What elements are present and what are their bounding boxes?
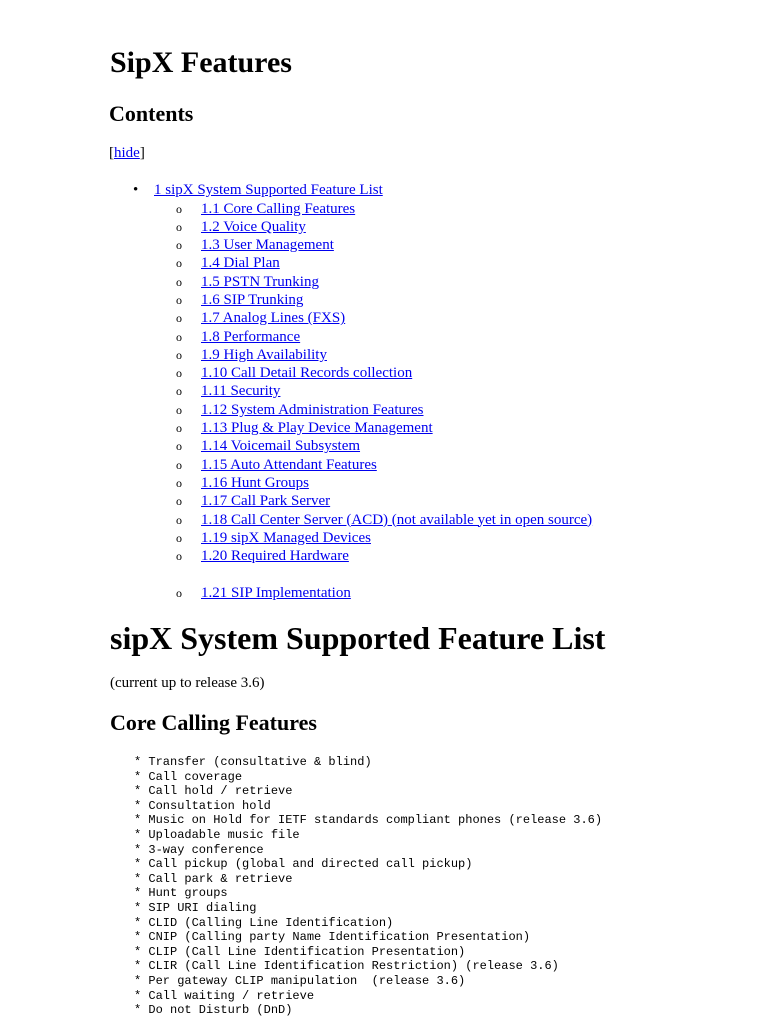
- page-title: SipX Features: [110, 46, 292, 79]
- toc-item: o 1.7 Analog Lines (FXS): [176, 309, 592, 327]
- feature-line: * SIP URI dialing: [134, 900, 257, 915]
- feature-line: * Call park & retrieve: [134, 871, 293, 886]
- circle-bullet-icon: o: [176, 585, 182, 600]
- toc-item: o 1.4 Dial Plan: [176, 254, 592, 272]
- circle-bullet-icon: o: [176, 238, 182, 253]
- toc-link[interactable]: 1.20 Required Hardware: [201, 548, 349, 564]
- toc-link[interactable]: 1.12 System Administration Features: [201, 402, 424, 418]
- circle-bullet-icon: o: [176, 439, 182, 454]
- feature-line: * 3-way conference: [134, 842, 264, 857]
- toc-item: o 1.3 User Management: [176, 236, 592, 254]
- toc-item: o 1.6 SIP Trunking: [176, 291, 592, 309]
- circle-bullet-icon: o: [176, 274, 182, 289]
- circle-bullet-icon: o: [176, 347, 182, 362]
- feature-line: * Call coverage: [134, 769, 243, 784]
- circle-bullet-icon: o: [176, 311, 182, 326]
- toc-item: o 1.19 sipX Managed Devices: [176, 529, 592, 547]
- toc-item: o 1.10 Call Detail Records collection: [176, 364, 592, 382]
- circle-bullet-icon: o: [176, 329, 182, 344]
- bullet-icon: •: [133, 182, 139, 198]
- bracket: ]: [139, 145, 145, 161]
- feature-line: * Call waiting / retrieve: [134, 988, 315, 1003]
- toc-link[interactable]: 1.4 Dial Plan: [201, 255, 280, 271]
- toc-item: o 1.18 Call Center Server (ACD) (not avai…: [176, 511, 592, 529]
- toc-item: o 1.8 Performance: [176, 328, 592, 346]
- feature-line: * Call pickup (global and directed call …: [134, 857, 473, 872]
- toc-link[interactable]: 1.6 SIP Trunking: [201, 292, 303, 308]
- feature-line: * Call hold / retrieve: [134, 784, 293, 799]
- toc-link[interactable]: 1.15 Auto Attendant Features: [201, 457, 377, 473]
- toc-link[interactable]: 1.21 SIP Implementation: [201, 585, 351, 601]
- toc-link[interactable]: 1.11 Security: [201, 383, 280, 399]
- toc-link[interactable]: 1.17 Call Park Server: [201, 493, 330, 509]
- feature-line: * Hunt groups: [134, 886, 228, 901]
- toc-item: o 1.20 Required Hardware: [176, 547, 592, 565]
- feature-line: * Consultation hold: [134, 798, 271, 813]
- toc-item: o 1.15 Auto Attendant Features: [176, 456, 592, 474]
- toc-item: o 1.1 Core Calling Features: [176, 200, 592, 218]
- toc-link[interactable]: 1.7 Analog Lines (FXS): [201, 310, 345, 326]
- hide-toggle: [hide]: [109, 145, 145, 162]
- circle-bullet-icon: o: [176, 384, 182, 399]
- toc-item: o 1.11 Security: [176, 382, 592, 400]
- core-calling-heading: Core Calling Features: [110, 710, 317, 735]
- section-heading: sipX System Supported Feature List: [110, 620, 606, 656]
- toc-item: o 1.9 High Availability: [176, 346, 592, 364]
- circle-bullet-icon: o: [176, 292, 182, 307]
- toc-item: o 1.14 Voicemail Subsystem: [176, 437, 592, 455]
- toc-link[interactable]: 1.3 User Management: [201, 237, 334, 253]
- toc-link[interactable]: 1.14 Voicemail Subsystem: [201, 438, 360, 454]
- feature-line: * Transfer (consultative & blind): [134, 755, 372, 769]
- circle-bullet-icon: o: [176, 256, 182, 271]
- circle-bullet-icon: o: [176, 219, 182, 234]
- hide-link[interactable]: hide: [114, 145, 140, 161]
- circle-bullet-icon: o: [176, 512, 182, 527]
- toc-link[interactable]: 1.1 Core Calling Features: [201, 201, 355, 217]
- circle-bullet-icon: o: [176, 421, 182, 436]
- toc-item: o 1.2 Voice Quality: [176, 218, 592, 236]
- contents-heading: Contents: [109, 101, 194, 126]
- feature-line: * CLIP (Call Line Identification Present…: [134, 944, 466, 959]
- circle-bullet-icon: o: [176, 494, 182, 509]
- feature-line: * Uploadable music file: [134, 827, 300, 842]
- toc-item: o 1.5 PSTN Trunking: [176, 273, 592, 291]
- feature-line: * Do not Disturb (DnD): [134, 1003, 293, 1018]
- toc-link[interactable]: 1.10 Call Detail Records collection: [201, 365, 412, 381]
- toc-item: o 1.16 Hunt Groups: [176, 474, 592, 492]
- toc-link[interactable]: 1.13 Plug & Play Device Management: [201, 420, 433, 436]
- toc-link[interactable]: 1.9 High Availability: [201, 347, 327, 363]
- feature-line: * CLID (Calling Line Identification): [134, 915, 394, 930]
- toc-link[interactable]: 1.18 Call Center Server (ACD) (not avail…: [201, 512, 592, 528]
- feature-line: * CNIP (Calling party Name Identificatio…: [134, 930, 531, 945]
- toc-link[interactable]: 1.8 Performance: [201, 329, 300, 345]
- circle-bullet-icon: o: [176, 366, 182, 381]
- feature-line: * CLIR (Call Line Identification Restric…: [134, 959, 559, 974]
- feature-line: * Per gateway CLIP manipulation (release…: [134, 973, 466, 988]
- toc-link[interactable]: 1.2 Voice Quality: [201, 219, 306, 235]
- toc-item: o 1.17 Call Park Server: [176, 492, 592, 510]
- circle-bullet-icon: o: [176, 549, 182, 564]
- circle-bullet-icon: o: [176, 530, 182, 545]
- circle-bullet-icon: o: [176, 475, 182, 490]
- toc-item: o 1.21 SIP Implementation: [176, 584, 351, 602]
- circle-bullet-icon: o: [176, 201, 182, 216]
- circle-bullet-icon: o: [176, 457, 182, 472]
- feature-line: * Music on Hold for IETF standards compl…: [134, 813, 603, 828]
- release-note: (current up to release 3.6): [110, 675, 265, 691]
- toc-link[interactable]: 1.16 Hunt Groups: [201, 475, 309, 491]
- toc-item: o 1.12 System Administration Features: [176, 401, 592, 419]
- circle-bullet-icon: o: [176, 402, 182, 417]
- toc-item: o 1.13 Plug & Play Device Management: [176, 419, 592, 437]
- toc-sublist: o 1.1 Core Calling Features o 1.2 Voice Qua…: [176, 200, 592, 566]
- core-features-list: * Transfer (consultative & blind) * Call …: [134, 755, 602, 1018]
- toc-link[interactable]: 1.5 PSTN Trunking: [201, 274, 319, 290]
- toc-item: • 1 sipX System Supported Feature List: [133, 181, 383, 199]
- toc-link[interactable]: 1.19 sipX Managed Devices: [201, 530, 371, 546]
- toc-link[interactable]: 1 sipX System Supported Feature List: [154, 182, 383, 198]
